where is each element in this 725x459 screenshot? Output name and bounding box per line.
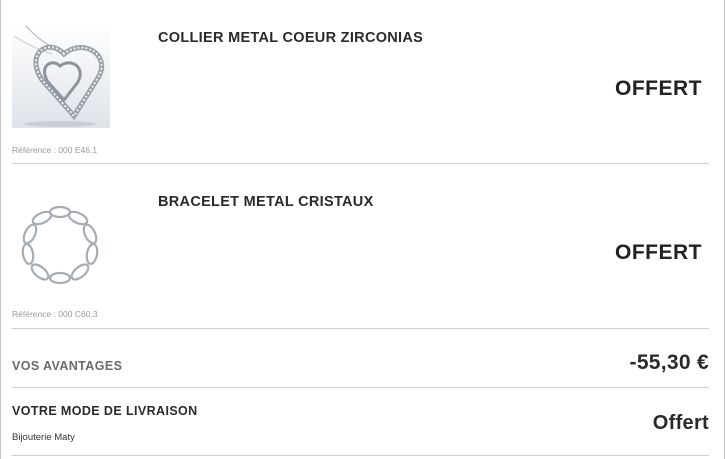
- product-price: OFFERT: [615, 241, 702, 264]
- shipping-label: VOTRE MODE DE LIVRAISON: [12, 404, 198, 418]
- shipping-value: Offert: [652, 412, 709, 434]
- shipping-method: Bijouterie Maty: [12, 432, 75, 443]
- cart-item: BRACELET METAL CRISTAUX OFFERT Référence…: [12, 164, 709, 329]
- heart-pendant-necklace-icon: [12, 24, 110, 128]
- advantages-label: VOS AVANTAGES: [12, 359, 123, 373]
- cart-summary-panel: COLLIER METAL COEUR ZIRCONIAS OFFERT Réf…: [0, 0, 725, 459]
- advantages-value: -55,30 €: [629, 351, 709, 374]
- cart-item: COLLIER METAL COEUR ZIRCONIAS OFFERT Réf…: [12, 0, 709, 164]
- product-image-bracelet[interactable]: [12, 196, 110, 300]
- product-name[interactable]: BRACELET METAL CRISTAUX: [158, 194, 374, 210]
- chain-bracelet-icon: [12, 196, 110, 300]
- advantages-row: VOS AVANTAGES -55,30 €: [12, 329, 709, 388]
- product-price: OFFERT: [615, 77, 702, 100]
- product-reference: Référence : 000 C60.3: [12, 309, 98, 319]
- product-reference: Référence : 000 E46.1: [12, 145, 98, 155]
- shipping-row: VOTRE MODE DE LIVRAISON Bijouterie Maty …: [12, 388, 709, 456]
- product-name[interactable]: COLLIER METAL COEUR ZIRCONIAS: [158, 30, 423, 46]
- product-image-necklace[interactable]: [12, 24, 110, 128]
